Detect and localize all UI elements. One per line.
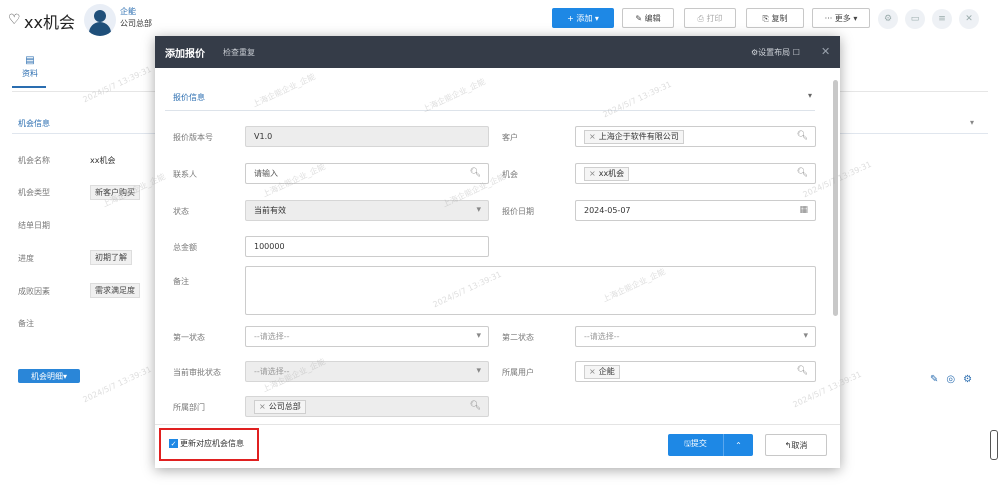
dialog-scrollbar[interactable] <box>833 80 838 316</box>
add-button[interactable]: + 添加 ▾ <box>552 8 614 28</box>
chevron-down-icon: ▾ <box>476 205 481 215</box>
owner-name-link[interactable]: 企能 <box>120 6 136 17</box>
bg-chip: 初期了解 <box>90 250 132 265</box>
user-tag: × 企能 <box>584 364 620 379</box>
customer-tag: × 上海企于软件有限公司 <box>584 129 684 144</box>
section-title: 机会信息 <box>18 119 50 128</box>
dept-tag: × 公司总部 <box>254 399 306 414</box>
remove-tag-icon[interactable]: × <box>589 169 596 178</box>
field-label: 报价日期 <box>502 207 534 216</box>
gear-icon[interactable]: ⚙ <box>963 374 972 385</box>
cancel-button[interactable]: ↰取消 <box>765 434 827 456</box>
row-actions: ✎ ◎ ⚙ <box>930 374 972 385</box>
avatar[interactable] <box>84 4 116 36</box>
bg-label: 成败因素 <box>18 287 50 296</box>
customer-field[interactable]: × 上海企于软件有限公司 🔍︎ <box>575 126 816 147</box>
field-label: 机会 <box>502 170 518 179</box>
edit-pencil-icon[interactable]: ✎ <box>930 374 938 385</box>
field-label: 所属用户 <box>502 368 534 377</box>
search-icon[interactable]: 🔍︎ <box>797 168 808 178</box>
notes-icon[interactable]: ≡ <box>932 9 952 29</box>
quote-date-input[interactable]: 2024-05-07 ▦ <box>575 200 816 221</box>
section-caret-icon[interactable]: ▾ <box>970 118 974 127</box>
remark-textarea[interactable] <box>245 266 816 315</box>
checkbox-label: 更新对应机会信息 <box>180 439 244 448</box>
remove-tag-icon[interactable]: × <box>259 402 266 411</box>
status-select[interactable]: 当前有效 ▾ <box>245 200 489 221</box>
search-icon[interactable]: 🔍︎ <box>797 131 808 141</box>
search-icon[interactable]: 🔍︎ <box>797 366 808 376</box>
owner-user-field[interactable]: × 企能 🔍︎ <box>575 361 816 382</box>
submit-button[interactable]: 🖫提交 <box>668 434 723 456</box>
dialog-title: 添加报价 <box>165 49 205 60</box>
field-label: 报价版本号 <box>173 133 213 142</box>
search-icon[interactable]: 🔍︎ <box>470 168 481 178</box>
dialog-close-icon[interactable]: ✕ <box>821 45 830 58</box>
field-label: 联系人 <box>173 170 197 179</box>
update-opportunity-checkbox[interactable]: ✓ 更新对应机会信息 <box>169 438 244 449</box>
chevron-down-icon: ▾ <box>803 331 808 341</box>
department-field[interactable]: × 公司总部 🔍︎ <box>245 396 489 417</box>
field-label: 第一状态 <box>173 333 205 342</box>
watermark: 2024/5/7 13:39:31 <box>81 64 153 105</box>
opportunity-tag: × xx机会 <box>584 166 630 181</box>
toggle-icon[interactable]: ◎ <box>946 374 955 385</box>
dialog-body: 报价信息 ▾ 报价版本号 V1.0 客户 × 上海企于软件有限公司 🔍︎ 联系人 … <box>155 68 840 424</box>
bg-label: 机会类型 <box>18 188 50 197</box>
group-collapse-icon[interactable]: ▾ <box>808 91 812 100</box>
total-amount-input[interactable]: 100000 <box>245 236 489 257</box>
bg-label: 机会名称 <box>18 156 50 165</box>
version-field: V1.0 <box>245 126 489 147</box>
field-label: 备注 <box>173 277 189 286</box>
chevron-down-icon: ▾ <box>476 366 481 376</box>
edit-button[interactable]: ✎ 编辑 <box>622 8 674 28</box>
field-label: 状态 <box>173 207 189 216</box>
bg-value: xx机会 <box>90 156 116 165</box>
opportunity-detail-button[interactable]: 机会明细▾ <box>18 369 80 383</box>
favorite-heart-icon[interactable]: ♡ <box>8 12 21 28</box>
page-title: xx机会 <box>24 13 75 32</box>
search-icon[interactable]: 🔍︎ <box>470 401 481 411</box>
field-label: 当前审批状态 <box>173 368 221 377</box>
bg-label: 备注 <box>18 319 34 328</box>
field-label: 总金额 <box>173 243 197 252</box>
field-label: 所属部门 <box>173 403 205 412</box>
more-button[interactable]: ··· 更多 ▾ <box>812 8 870 28</box>
group-title: 报价信息 <box>173 93 205 102</box>
bg-label: 进度 <box>18 254 34 263</box>
dialog-header: 添加报价 检查重复 ⚙设置布局 ☐ ✕ <box>155 36 840 68</box>
remove-tag-icon[interactable]: × <box>589 367 596 376</box>
tab-profile-label: 资料 <box>22 69 38 78</box>
chevron-down-icon: ▾ <box>476 331 481 341</box>
opportunity-field[interactable]: × xx机会 🔍︎ <box>575 163 816 184</box>
layout-settings-button[interactable]: ⚙设置布局 ☐ <box>751 47 800 58</box>
divider <box>165 110 815 111</box>
bg-label: 结单日期 <box>18 221 50 230</box>
submit-dropdown-button[interactable]: ⌃ <box>723 434 753 456</box>
field-label: 第二状态 <box>502 333 534 342</box>
copy-button[interactable]: ⎘ 复制 <box>746 8 804 28</box>
second-status-select[interactable]: --请选择-- ▾ <box>575 326 816 347</box>
calendar-icon[interactable]: ▦ <box>799 205 808 215</box>
print-button[interactable]: ⎙ 打印 <box>684 8 736 28</box>
check-duplicate-link[interactable]: 检查重复 <box>223 47 255 58</box>
field-label: 客户 <box>502 133 518 142</box>
checkbox-checked-icon[interactable]: ✓ <box>169 439 178 448</box>
bg-chip: 新客户购买 <box>90 185 140 200</box>
window-icon[interactable]: ▭ <box>905 9 925 29</box>
bg-chip: 需求满足度 <box>90 283 140 298</box>
contact-input[interactable]: 请输入 🔍︎ <box>245 163 489 184</box>
close-icon[interactable]: ✕ <box>959 9 979 29</box>
owner-dept: 公司总部 <box>120 19 152 28</box>
scroll-handle[interactable] <box>990 430 998 460</box>
first-status-select[interactable]: --请选择-- ▾ <box>245 326 489 347</box>
settings-toggle-icon[interactable]: ⚙ <box>878 9 898 29</box>
watermark: 2024/5/7 13:39:31 <box>81 364 153 405</box>
add-quote-dialog: 添加报价 检查重复 ⚙设置布局 ☐ ✕ 报价信息 ▾ 报价版本号 V1.0 客户… <box>155 36 840 468</box>
remove-tag-icon[interactable]: × <box>589 132 596 141</box>
tab-profile[interactable]: ▤ 资料 <box>14 55 46 79</box>
book-icon: ▤ <box>25 55 35 66</box>
approval-status-select[interactable]: --请选择-- ▾ <box>245 361 489 382</box>
tab-underline <box>12 86 46 88</box>
